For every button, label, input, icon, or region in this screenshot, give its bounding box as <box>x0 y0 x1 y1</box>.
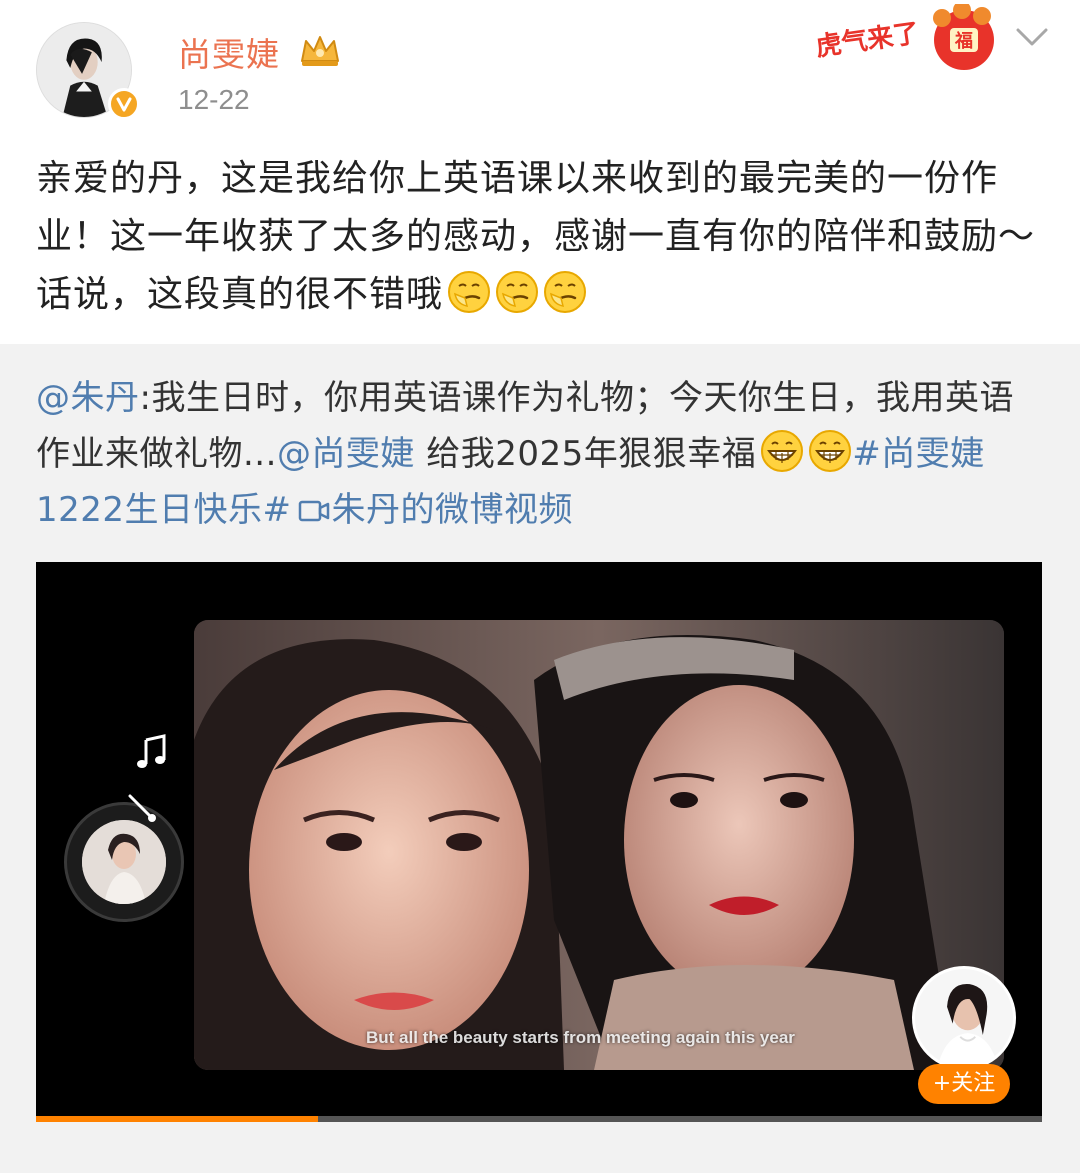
verified-badge-icon <box>108 88 140 120</box>
smirk-emoji-icon <box>448 271 491 313</box>
smirk-emoji-icon <box>544 271 587 313</box>
chevron-down-icon[interactable] <box>1014 22 1050 52</box>
crown-member-icon <box>301 36 339 66</box>
video-link[interactable]: 朱丹的微博视频 <box>332 490 574 530</box>
repost-content: @朱丹:我生日时，你用英语课作为礼物；今天你生日，我用英语作业来做礼物...@尚… <box>36 370 1046 538</box>
video-link-icon[interactable] <box>298 498 330 524</box>
svg-text:福: 福 <box>954 30 973 52</box>
smirk-emoji-icon <box>496 271 539 313</box>
video-player[interactable]: But all the beauty starts from meeting a… <box>36 562 1042 1122</box>
post-content: 亲爱的丹，这是我给你上英语课以来收到的最完美的一份作业！这一年收获了太多的感动，… <box>36 150 1046 324</box>
mention-author-link[interactable]: @朱丹 <box>36 378 140 418</box>
follow-button[interactable]: +关注 <box>918 1064 1010 1104</box>
repost-block[interactable]: @朱丹:我生日时，你用英语课作为礼物；今天你生日，我用英语作业来做礼物...@尚… <box>0 344 1080 1173</box>
music-note-icon <box>137 734 166 768</box>
video-progress-fill <box>36 1116 318 1122</box>
video-subtitle: But all the beauty starts from meeting a… <box>366 1028 795 1047</box>
music-disc[interactable] <box>64 802 184 922</box>
music-disc-cover <box>82 820 166 904</box>
grin-emoji-icon <box>761 430 804 472</box>
uploader-avatar[interactable] <box>912 966 1016 1070</box>
tonearm-icon <box>128 794 156 822</box>
video-thumbnail[interactable] <box>194 620 1004 1070</box>
repost-text-part2: 给我2025年狠狠幸福 <box>414 434 757 474</box>
video-progress-bar[interactable] <box>36 1116 1042 1122</box>
tiger-new-year-sticker-icon: 虎气来了 福 <box>814 4 994 70</box>
weibo-post: 尚雯婕 12-22 虎气来了 福 亲爱的丹，这是我给你上英语课以来收到的最完美的… <box>0 0 1080 1173</box>
username[interactable]: 尚雯婕 <box>178 28 280 76</box>
sticker-text: 虎气来了 <box>814 18 921 63</box>
grin-emoji-icon <box>809 430 852 472</box>
post-date: 12-22 <box>178 84 250 115</box>
mention-tag-link[interactable]: @尚雯婕 <box>277 434 415 474</box>
